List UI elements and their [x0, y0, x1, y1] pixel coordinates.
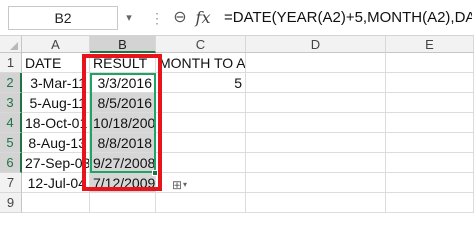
cell-e6[interactable] — [386, 153, 474, 173]
cell-c4[interactable] — [156, 113, 246, 133]
cell-d3[interactable] — [246, 93, 386, 113]
cell-c1[interactable]: MONTH TO ADD — [156, 53, 246, 73]
cell-b9[interactable] — [90, 193, 156, 213]
cell-e3[interactable] — [386, 93, 474, 113]
formula-input[interactable]: =DATE(YEAR(A2)+5,MONTH(A2),DAY(A2)) — [224, 6, 472, 30]
cell-c5[interactable] — [156, 133, 246, 153]
cell-a2[interactable]: 3-Mar-11 — [22, 73, 90, 93]
column-header-e[interactable]: E — [386, 36, 474, 53]
cell-a1[interactable]: DATE — [22, 53, 90, 73]
cell-e7[interactable] — [386, 173, 474, 193]
zoom-icon[interactable]: ⊖ — [170, 7, 190, 29]
column-header-c[interactable]: C — [156, 36, 246, 53]
cell-e4[interactable] — [386, 113, 474, 133]
column-header-d[interactable]: D — [246, 36, 386, 53]
cell-e2[interactable] — [386, 73, 474, 93]
cell-c6[interactable] — [156, 153, 246, 173]
cell-d4[interactable] — [246, 113, 386, 133]
row-header-7-label[interactable]: 7 — [0, 173, 22, 193]
chevron-down-icon[interactable]: ▾ — [183, 178, 193, 192]
row-header-2[interactable]: 2 — [0, 73, 22, 93]
cell-d9[interactable] — [246, 193, 386, 213]
cell-a4[interactable]: 18-Oct-01 — [22, 113, 90, 133]
row-header-3[interactable]: 3 — [0, 93, 22, 113]
name-box[interactable]: B2 — [8, 6, 118, 30]
fx-icon[interactable]: fx — [192, 6, 214, 30]
vertical-dots-icon: ⋮ — [150, 8, 164, 28]
cell-a7[interactable]: 12-Jul-04 — [22, 173, 90, 193]
cell-a5[interactable]: 8-Aug-13 — [22, 133, 90, 153]
cell-e9[interactable] — [386, 193, 474, 213]
cell-d2[interactable] — [246, 73, 386, 93]
row-header-5[interactable]: 5 — [0, 133, 22, 153]
cell-c2[interactable]: 5 — [156, 73, 246, 93]
quick-analysis-icon[interactable]: ⊞ — [170, 178, 184, 192]
row-header-1[interactable]: 1 — [0, 53, 22, 73]
row-header-9[interactable]: 9 — [0, 193, 22, 213]
highlight-box — [82, 54, 162, 191]
cell-c3[interactable] — [156, 93, 246, 113]
cell-d5[interactable] — [246, 133, 386, 153]
select-all-triangle-icon — [10, 42, 18, 50]
cell-d1[interactable] — [246, 53, 386, 73]
cell-a6[interactable]: 27-Sep-03 — [22, 153, 90, 173]
row-header-4[interactable]: 4 — [0, 113, 22, 133]
cell-a3[interactable]: 5-Aug-11 — [22, 93, 90, 113]
cell-d7[interactable] — [246, 173, 386, 193]
cell-c9[interactable] — [156, 193, 246, 213]
column-header-a[interactable]: A — [22, 36, 90, 53]
chevron-down-icon[interactable]: ▾ — [120, 6, 138, 30]
cell-e1[interactable] — [386, 53, 474, 73]
cell-e5[interactable] — [386, 133, 474, 153]
cell-a9[interactable] — [22, 193, 90, 213]
column-header-b[interactable]: B — [90, 36, 156, 53]
row-header-6[interactable]: 6 — [0, 153, 22, 173]
cell-d6[interactable] — [246, 153, 386, 173]
